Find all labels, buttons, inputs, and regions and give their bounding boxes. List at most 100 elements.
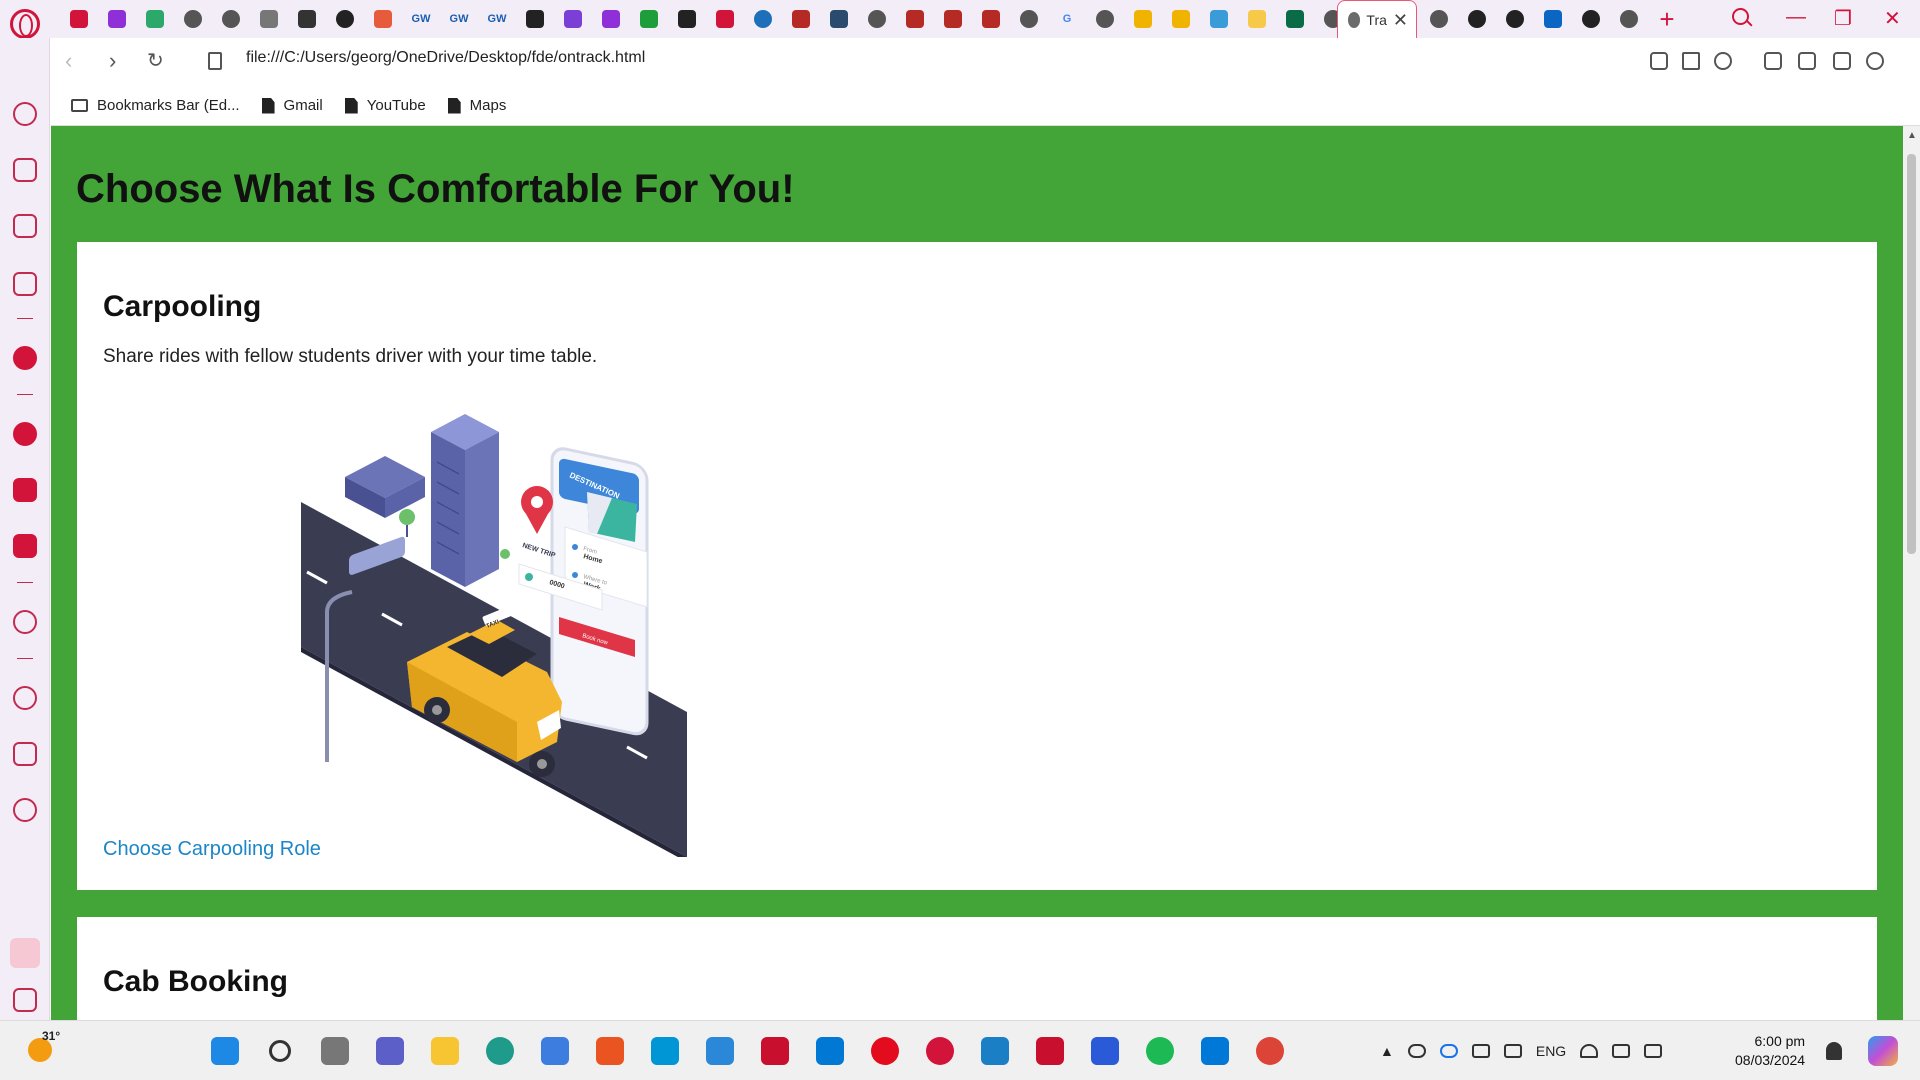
easy-setup-icon[interactable] xyxy=(1833,52,1851,70)
tab-github[interactable] xyxy=(1496,0,1534,38)
tab-gw[interactable]: GW xyxy=(478,0,516,38)
taskbar-myhp[interactable] xyxy=(645,1031,685,1071)
taskbar-mcafee[interactable] xyxy=(755,1031,795,1071)
twitch-icon[interactable] xyxy=(13,214,37,238)
tab-globe[interactable] xyxy=(1010,0,1048,38)
tab-book[interactable] xyxy=(782,0,820,38)
extensions-icon[interactable] xyxy=(13,742,37,766)
sidebar-setup-icon[interactable] xyxy=(10,938,40,968)
copilot-icon[interactable] xyxy=(1868,1036,1898,1066)
show-hidden-icons-icon[interactable]: ▲ xyxy=(1380,1043,1394,1059)
back-button[interactable]: ‹ xyxy=(65,48,72,74)
tablet-icon[interactable] xyxy=(1503,1044,1522,1058)
taskbar-ubuntu[interactable] xyxy=(590,1031,630,1071)
taskbar-spotify[interactable] xyxy=(1140,1031,1180,1071)
scrollbar-thumb[interactable] xyxy=(1907,154,1916,554)
tab-book[interactable] xyxy=(934,0,972,38)
battery-icon[interactable] xyxy=(1644,1044,1663,1058)
bookmark-folder[interactable]: Bookmarks Bar (Ed... xyxy=(71,97,240,114)
tab-twitch[interactable] xyxy=(592,0,630,38)
search-tabs-icon[interactable] xyxy=(1732,8,1754,30)
taskbar-search[interactable] xyxy=(260,1031,300,1071)
performance-icon[interactable] xyxy=(13,272,37,296)
taskbar-task-view[interactable] xyxy=(315,1031,355,1071)
settings-icon[interactable] xyxy=(13,798,37,822)
bookmark-youtube[interactable]: YouTube xyxy=(344,97,426,114)
tab-github[interactable] xyxy=(326,0,364,38)
active-tab[interactable]: Tra ✕ xyxy=(1337,0,1417,39)
shopping-icon[interactable] xyxy=(13,158,37,182)
wifi-icon[interactable] xyxy=(1580,1044,1599,1058)
close-tab-icon[interactable]: ✕ xyxy=(1393,10,1408,31)
tab-cat[interactable] xyxy=(250,0,288,38)
tab-opera[interactable] xyxy=(706,0,744,38)
tab-github[interactable] xyxy=(1458,0,1496,38)
new-tab-button[interactable]: + xyxy=(1648,0,1686,38)
player-icon[interactable] xyxy=(13,610,37,634)
forward-button[interactable]: › xyxy=(109,48,116,74)
profile-icon[interactable] xyxy=(1866,52,1884,70)
tab-google[interactable]: G xyxy=(1048,0,1086,38)
keyboard-icon[interactable] xyxy=(1471,1044,1490,1058)
tab-gw[interactable]: GW xyxy=(402,0,440,38)
send-icon[interactable] xyxy=(1682,52,1700,70)
taskbar-vscode[interactable] xyxy=(1195,1031,1235,1071)
onedrive-icon[interactable] xyxy=(1407,1044,1426,1058)
tab-mickey[interactable] xyxy=(288,0,326,38)
tab-gear[interactable] xyxy=(516,0,554,38)
taskbar-help[interactable] xyxy=(700,1031,740,1071)
reload-button[interactable]: ↻ xyxy=(147,48,164,74)
url-field[interactable]: file:///C:/Users/georg/OneDrive/Desktop/… xyxy=(246,49,645,67)
tab-globe[interactable] xyxy=(858,0,896,38)
tab-note[interactable] xyxy=(1238,0,1276,38)
taskbar-file-explorer[interactable] xyxy=(425,1031,465,1071)
gallery-icon[interactable] xyxy=(13,988,37,1012)
tab-globe[interactable] xyxy=(174,0,212,38)
tab-mask[interactable] xyxy=(668,0,706,38)
tab-m[interactable] xyxy=(1124,0,1162,38)
tab-globe[interactable] xyxy=(1086,0,1124,38)
tab-calendar[interactable] xyxy=(364,0,402,38)
close-window-button[interactable]: ✕ xyxy=(1884,6,1901,31)
taskbar-chrome[interactable] xyxy=(1250,1031,1290,1071)
tab-screen[interactable] xyxy=(820,0,858,38)
instagram-icon[interactable] xyxy=(13,478,37,502)
battery-icon[interactable] xyxy=(1798,52,1816,70)
clock[interactable]: 6:00 pm 08/03/2024 xyxy=(1735,1032,1805,1070)
history-icon[interactable] xyxy=(13,686,37,710)
whatsapp-icon[interactable] xyxy=(13,422,37,446)
tab-vs[interactable] xyxy=(554,0,592,38)
taskbar-store[interactable] xyxy=(535,1031,575,1071)
taskbar-blue-app[interactable] xyxy=(810,1031,850,1071)
tab-chart[interactable] xyxy=(1200,0,1238,38)
tab-book[interactable] xyxy=(896,0,934,38)
scroll-up-arrow-icon[interactable]: ▲ xyxy=(1907,130,1917,141)
tab-grid[interactable] xyxy=(630,0,668,38)
volume-icon[interactable] xyxy=(1612,1044,1631,1058)
tab-globe[interactable] xyxy=(212,0,250,38)
tab-linkedin[interactable] xyxy=(1534,0,1572,38)
tab-m[interactable] xyxy=(1162,0,1200,38)
onedrive-blue-icon[interactable] xyxy=(1439,1044,1458,1058)
tab-globe[interactable] xyxy=(1610,0,1648,38)
tab-github[interactable] xyxy=(1572,0,1610,38)
taskbar-webex[interactable] xyxy=(1085,1031,1125,1071)
tab-l[interactable] xyxy=(1276,0,1314,38)
taskbar-windows-start[interactable] xyxy=(205,1031,245,1071)
taskbar-opera[interactable] xyxy=(865,1031,905,1071)
tab-gamepad[interactable] xyxy=(60,0,98,38)
taskbar-wave-app[interactable] xyxy=(975,1031,1015,1071)
tab-lock-app[interactable] xyxy=(98,0,136,38)
maximize-button[interactable]: ❐ xyxy=(1834,6,1852,31)
tiktok-icon[interactable] xyxy=(13,534,37,558)
page-scrollbar[interactable]: ▲ xyxy=(1903,126,1920,1020)
taskbar-mcafee[interactable] xyxy=(1030,1031,1070,1071)
tab-green-app[interactable] xyxy=(136,0,174,38)
aria-ai-icon[interactable] xyxy=(13,346,37,370)
camera-icon[interactable] xyxy=(1650,52,1668,70)
tab-gw[interactable]: GW xyxy=(440,0,478,38)
minimize-button[interactable]: — xyxy=(1786,6,1806,29)
opera-menu-icon[interactable] xyxy=(10,9,40,39)
heart-icon[interactable] xyxy=(1714,52,1732,70)
tab-globe[interactable] xyxy=(1420,0,1458,38)
